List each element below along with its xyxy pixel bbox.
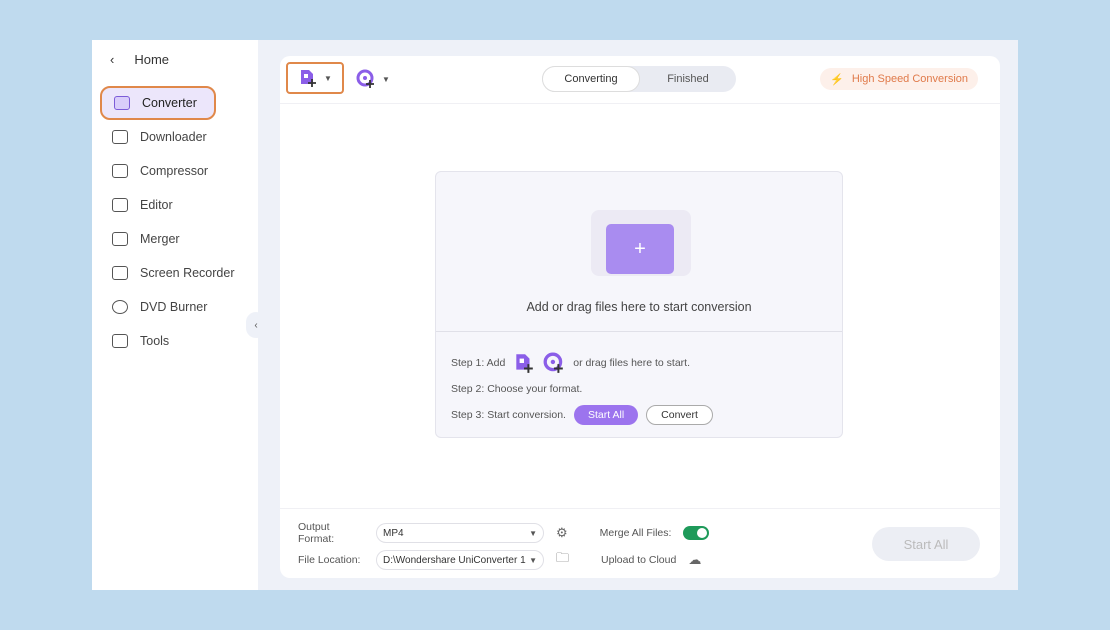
step-2: Step 2: Choose your format. xyxy=(451,383,583,395)
sidebar-item-label: Compressor xyxy=(140,164,209,178)
collapse-sidebar-button[interactable]: ‹ xyxy=(246,312,266,338)
start-all-button[interactable]: Start All xyxy=(872,527,980,561)
sidebar-nav: Converter Downloader Compressor Editor M… xyxy=(100,86,300,358)
home-link[interactable]: ‹ Home xyxy=(110,52,169,67)
convert-button[interactable]: Convert xyxy=(646,405,713,425)
chevron-down-icon: ▼ xyxy=(382,74,390,84)
step-3: Step 3: Start conversion. Start All Conv… xyxy=(451,402,842,428)
drop-hint: Add or drag files here to start conversi… xyxy=(526,300,752,314)
add-files-button[interactable]: ▼ xyxy=(286,62,344,94)
home-label: Home xyxy=(134,52,170,67)
add-file-icon[interactable] xyxy=(513,352,535,374)
cloud-icon[interactable]: ☁ xyxy=(688,552,701,568)
app-window: ‹ Home Converter Downloader Compressor Ed… xyxy=(92,40,1018,590)
merge-toggle[interactable] xyxy=(683,526,710,540)
file-location-select[interactable]: D:\Wondershare UniConverter 1 ▼ xyxy=(376,550,544,570)
start-all-small-button[interactable]: Start All xyxy=(573,405,639,425)
step-1-hint: or drag files here to start. xyxy=(573,357,691,369)
sidebar-item-compressor[interactable]: Compressor xyxy=(100,154,216,188)
sidebar-item-label: Converter xyxy=(142,96,197,110)
tab-finished[interactable]: Finished xyxy=(640,66,736,92)
step-1-label: Step 1: Add xyxy=(451,357,506,369)
step-3-label: Step 3: Start conversion. xyxy=(451,409,566,421)
compress-icon xyxy=(112,164,128,178)
lightning-icon: ⚡ xyxy=(830,73,844,86)
output-format-select[interactable]: MP4 ▼ xyxy=(376,523,544,543)
chevron-down-icon: ▼ xyxy=(529,555,537,565)
output-format-label: Output Format: xyxy=(298,521,335,545)
dvd-icon xyxy=(112,300,128,314)
sidebar-item-label: Editor xyxy=(140,198,173,212)
grid-icon xyxy=(112,334,128,348)
download-icon xyxy=(112,130,128,144)
merge-label: Merge All Files: xyxy=(599,527,672,539)
file-location-row: File Location: D:\Wondershare UniConvert… xyxy=(298,549,701,571)
sidebar-item-label: Tools xyxy=(140,334,170,348)
drop-area[interactable]: + Add or drag files here to start conver… xyxy=(436,172,842,332)
status-tabs: Converting Finished xyxy=(542,66,736,92)
sidebar-item-label: Screen Recorder xyxy=(140,266,235,280)
back-icon: ‹ xyxy=(110,52,115,67)
sidebar-item-editor[interactable]: Editor xyxy=(100,188,216,222)
bottom-bar: Output Format: MP4 ▼ ⚙ Merge All Files: F… xyxy=(280,508,1000,578)
settings-icon[interactable]: ⚙ xyxy=(556,525,568,541)
add-dvd-icon xyxy=(356,69,374,88)
folder-icon[interactable]: 🗀 xyxy=(556,549,569,571)
upload-cloud-label: Upload to Cloud xyxy=(601,554,677,566)
merge-icon xyxy=(112,232,128,246)
output-format-row: Output Format: MP4 ▼ ⚙ Merge All Files: xyxy=(298,521,710,545)
sidebar-item-merger[interactable]: Merger xyxy=(100,222,216,256)
add-dvd-button[interactable]: ▼ xyxy=(356,64,390,94)
high-speed-conversion-button[interactable]: ⚡ High Speed Conversion xyxy=(820,68,978,90)
sidebar-item-screen-recorder[interactable]: Screen Recorder xyxy=(100,256,240,290)
drop-zone[interactable]: + Add or drag files here to start conver… xyxy=(435,171,843,438)
toolbar: ▼ ▼ Converting Finished ⚡ High Speed Conv… xyxy=(280,56,1000,104)
sidebar-item-label: Downloader xyxy=(140,130,207,144)
output-format-value: MP4 xyxy=(383,527,404,539)
chevron-down-icon: ▼ xyxy=(529,528,537,538)
sidebar-item-converter[interactable]: Converter xyxy=(100,86,216,120)
sidebar-item-dvd-burner[interactable]: DVD Burner xyxy=(100,290,216,324)
step-1: Step 1: Add or drag files here to start. xyxy=(451,350,842,376)
plus-label: + xyxy=(634,237,646,260)
converter-panel: ▼ ▼ Converting Finished ⚡ High Speed Conv… xyxy=(280,56,1000,578)
high-speed-label: High Speed Conversion xyxy=(851,73,968,85)
file-location-value: D:\Wondershare UniConverter 1 xyxy=(383,554,526,566)
chevron-down-icon: ▼ xyxy=(324,73,332,83)
sidebar: ‹ Home Converter Downloader Compressor Ed… xyxy=(92,40,258,590)
add-file-icon xyxy=(301,70,317,87)
steps: Step 1: Add or drag files here to start.… xyxy=(436,332,842,428)
sidebar-item-label: DVD Burner xyxy=(140,300,208,314)
tab-converting[interactable]: Converting xyxy=(542,66,640,92)
file-location-label: File Location: xyxy=(298,554,361,566)
sidebar-item-downloader[interactable]: Downloader xyxy=(100,120,216,154)
record-icon xyxy=(112,266,128,280)
sidebar-item-tools[interactable]: Tools xyxy=(100,324,216,358)
add-dvd-icon[interactable] xyxy=(543,352,565,374)
folder-plus-icon[interactable]: + xyxy=(606,224,674,274)
converter-icon xyxy=(114,96,130,110)
sidebar-item-label: Merger xyxy=(140,232,180,246)
scissors-icon xyxy=(112,198,128,212)
